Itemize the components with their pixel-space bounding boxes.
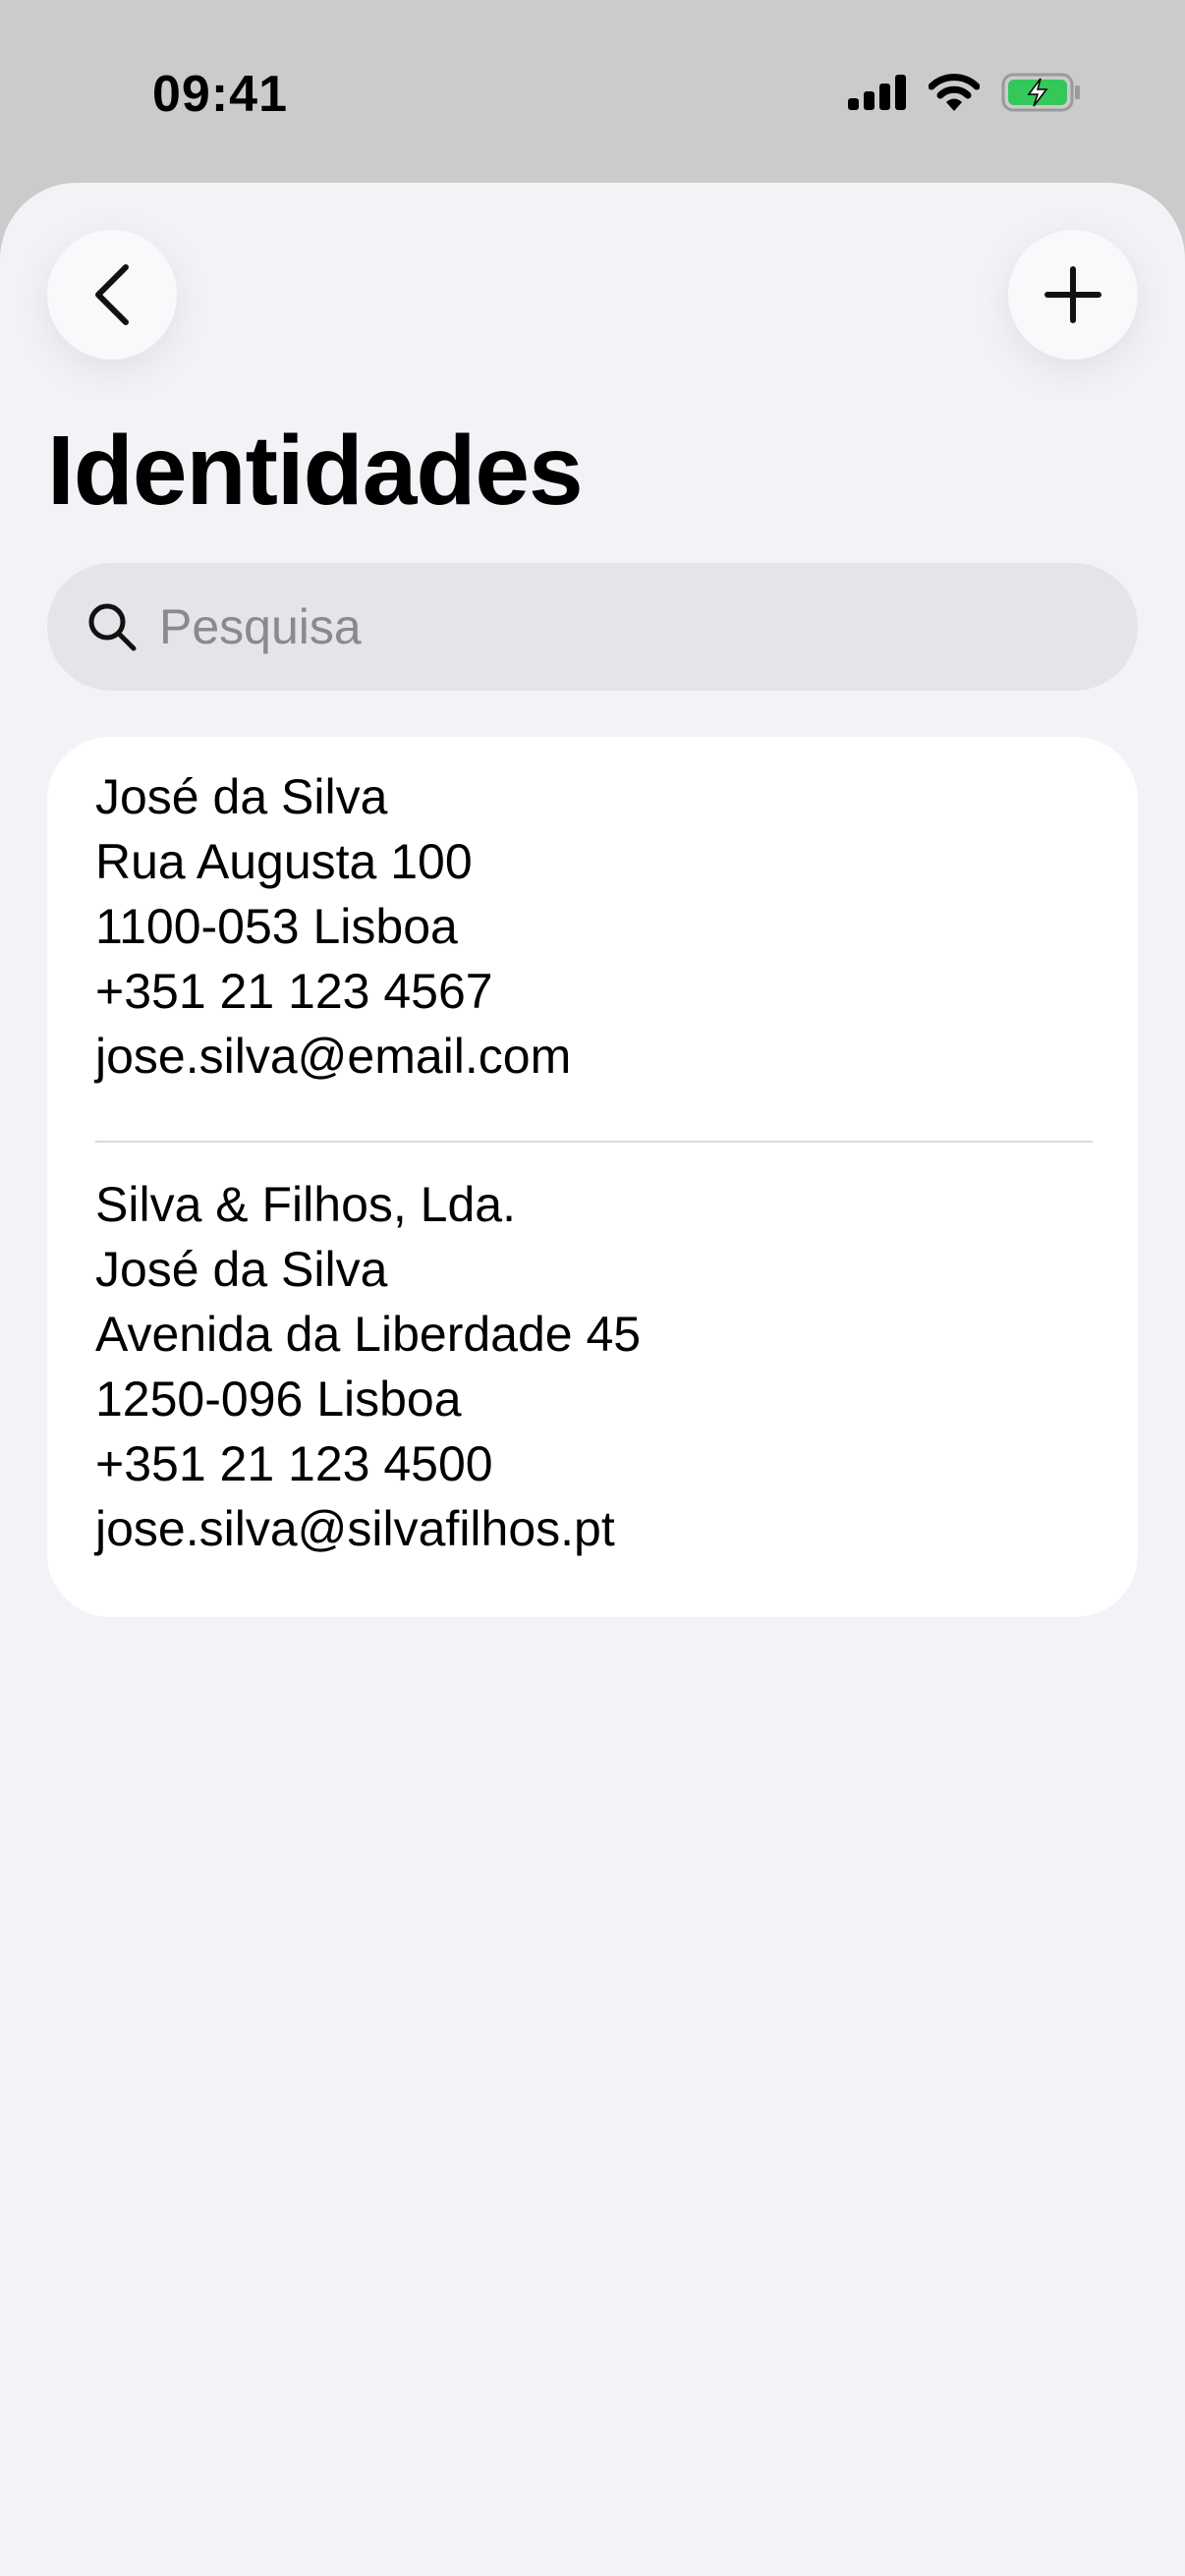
identity-email: jose.silva@email.com xyxy=(95,1029,572,1084)
list-divider xyxy=(95,1141,1093,1143)
chevron-left-icon xyxy=(95,264,129,325)
identities-list: José da Silva Rua Augusta 100 1100-053 L… xyxy=(47,737,1138,1617)
add-button[interactable] xyxy=(1008,230,1138,360)
wifi-icon xyxy=(929,74,980,111)
identity-street: Rua Augusta 100 xyxy=(95,834,473,889)
battery-charging-icon xyxy=(1001,73,1080,112)
status-bar: 09:41 xyxy=(0,0,1185,183)
cellular-signal-icon xyxy=(848,75,906,110)
search-icon xyxy=(88,603,137,651)
identity-postal-city: 1250-096 Lisboa xyxy=(95,1372,462,1427)
identity-phone: +351 21 123 4500 xyxy=(95,1436,493,1491)
back-button[interactable] xyxy=(47,230,177,360)
identity-company: Silva & Filhos, Lda. xyxy=(95,1177,516,1232)
identity-name: José da Silva xyxy=(95,769,388,824)
search-input[interactable] xyxy=(159,598,1102,655)
search-bar[interactable] xyxy=(47,563,1138,691)
identity-item-personal[interactable]: José da Silva Rua Augusta 100 1100-053 L… xyxy=(95,764,571,1089)
plus-icon xyxy=(1044,266,1101,323)
status-time: 09:41 xyxy=(152,66,288,123)
identity-email: jose.silva@silvafilhos.pt xyxy=(95,1501,615,1556)
identity-phone: +351 21 123 4567 xyxy=(95,964,493,1019)
page-title: Identidades xyxy=(47,416,584,526)
identity-item-company[interactable]: Silva & Filhos, Lda. José da Silva Aveni… xyxy=(95,1172,641,1561)
identity-street: Avenida da Liberdade 45 xyxy=(95,1307,642,1362)
identity-postal-city: 1100-053 Lisboa xyxy=(95,899,458,954)
identity-name: José da Silva xyxy=(95,1242,388,1297)
status-icons xyxy=(848,73,1082,112)
identities-sheet: Identidades José da Silva Rua Augusta 10… xyxy=(0,183,1185,2576)
